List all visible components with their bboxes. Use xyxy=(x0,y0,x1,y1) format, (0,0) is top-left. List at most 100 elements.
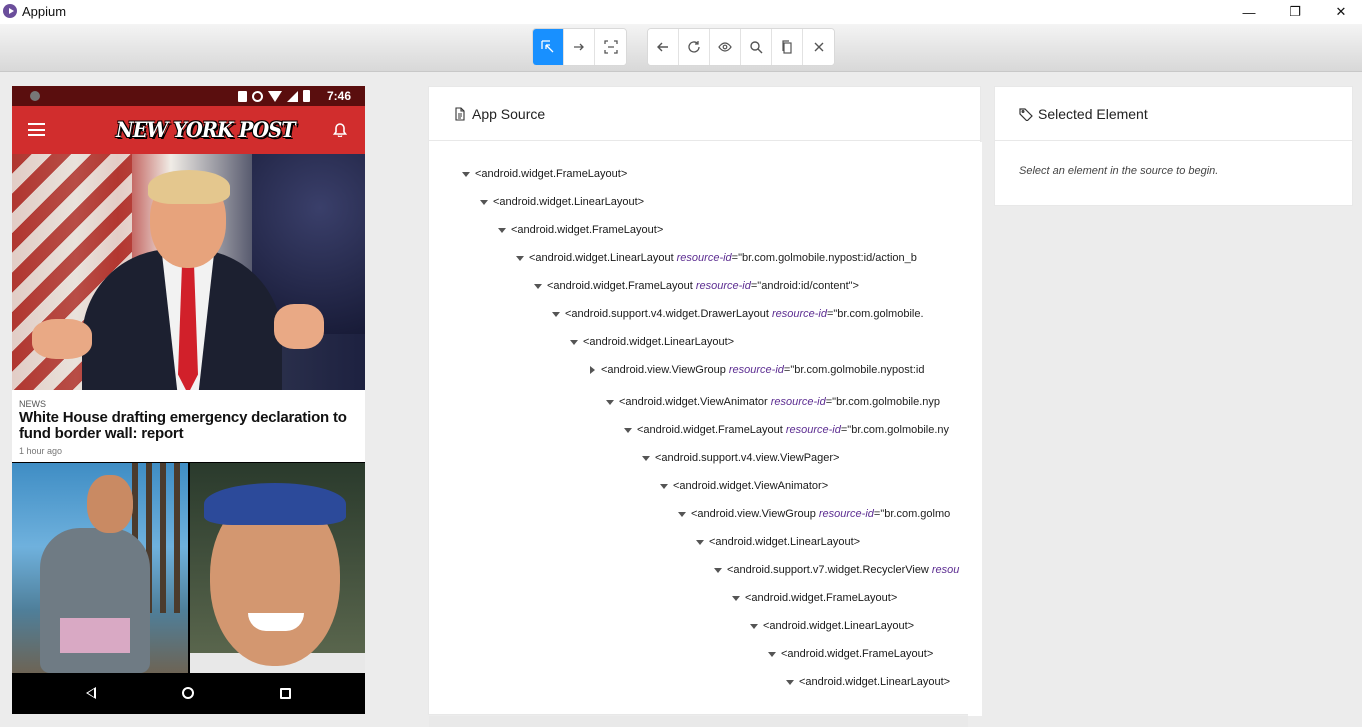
node-tag: <android.widget.FrameLayout> xyxy=(781,648,934,660)
source-tree-node[interactable]: <android.widget.FrameLayout> xyxy=(763,645,933,663)
nav-back-icon[interactable] xyxy=(86,687,96,699)
device-screenshot[interactable]: 7:46 NEW YORK POST NEWS White House draf… xyxy=(12,86,365,714)
file-icon xyxy=(455,106,465,121)
swipe-arrow-icon xyxy=(574,43,584,51)
caret-down-icon[interactable] xyxy=(475,193,493,211)
story-photo-left[interactable] xyxy=(12,463,188,673)
caret-down-icon[interactable] xyxy=(745,617,763,635)
nypost-header: NEW YORK POST xyxy=(12,106,365,154)
source-tree-node[interactable]: <android.widget.LinearLayout> xyxy=(565,333,734,351)
node-tag: <android.widget.FrameLayout> xyxy=(475,168,628,180)
node-attribute-value: ="br.com.golmobile. xyxy=(826,308,924,320)
source-horizontal-scrollbar[interactable] xyxy=(429,716,968,727)
search-for-element-button[interactable] xyxy=(741,29,772,65)
source-tree-node[interactable]: <android.widget.LinearLayout resource-id =… xyxy=(511,249,917,267)
minimize-button[interactable]: — xyxy=(1226,0,1272,24)
node-attribute-name: resource-id xyxy=(676,252,732,264)
node-attribute-name: resource-id xyxy=(728,364,784,376)
caret-down-icon[interactable] xyxy=(601,393,619,411)
caret-down-icon[interactable] xyxy=(781,673,799,691)
node-tag: <android.widget.LinearLayout> xyxy=(709,536,861,548)
node-tag: <android.widget.FrameLayout xyxy=(547,280,693,292)
caret-down-icon[interactable] xyxy=(637,449,655,467)
caret-right-icon[interactable] xyxy=(583,361,601,379)
source-tree-node[interactable]: <android.view.ViewGroup resource-id ="br.c… xyxy=(583,361,924,379)
caret-down-icon[interactable] xyxy=(529,277,547,295)
source-tree-node[interactable]: <android.support.v7.widget.RecyclerView r… xyxy=(709,561,959,579)
caret-down-icon[interactable] xyxy=(565,333,583,351)
article-card[interactable]: NEWS White House drafting emergency decl… xyxy=(12,390,365,462)
copy-icon xyxy=(782,40,792,54)
wifi-icon xyxy=(268,90,282,102)
status-time: 7:46 xyxy=(327,89,352,103)
nav-recents-icon[interactable] xyxy=(280,688,291,699)
caret-down-icon[interactable] xyxy=(691,533,709,551)
story-photo-right[interactable] xyxy=(190,463,365,673)
quit-session-button[interactable] xyxy=(803,29,834,65)
node-tag: <android.support.v4.view.ViewPager> xyxy=(655,452,840,464)
node-tag: <android.widget.LinearLayout> xyxy=(583,336,735,348)
caret-down-icon[interactable] xyxy=(655,477,673,495)
node-tag: <android.widget.FrameLayout xyxy=(637,424,783,436)
node-tag: <android.widget.LinearLayout> xyxy=(763,620,915,632)
source-tree-node[interactable]: <android.support.v4.widget.DrawerLayout r… xyxy=(547,305,924,323)
refresh-icon xyxy=(688,41,700,53)
source-tree-node[interactable]: <android.widget.FrameLayout> xyxy=(493,221,663,239)
appium-logo-icon xyxy=(3,4,17,18)
source-tree[interactable]: <android.widget.FrameLayout> <android.wid… xyxy=(429,142,968,716)
source-tree-node[interactable]: <android.widget.FrameLayout resource-id ="… xyxy=(529,277,859,295)
node-attribute-value: ="android:id/content"> xyxy=(750,280,859,292)
caret-down-icon[interactable] xyxy=(763,645,781,663)
node-tag: <android.widget.ViewAnimator> xyxy=(673,480,829,492)
app-source-panel: App Source <android.widget.FrameLayout> <… xyxy=(428,86,982,727)
bell-icon[interactable] xyxy=(333,121,347,137)
vibrate-icon xyxy=(238,90,247,102)
source-tree-node[interactable]: <android.widget.LinearLayout> xyxy=(475,193,644,211)
caret-down-icon[interactable] xyxy=(709,561,727,579)
node-tag: <android.widget.ViewAnimator xyxy=(619,396,768,408)
node-attribute-value: ="br.com.golmobile.nypost:id/action_b xyxy=(731,252,917,264)
caret-down-icon[interactable] xyxy=(493,221,511,239)
caret-down-icon[interactable] xyxy=(511,249,529,267)
inspector-toolbar xyxy=(0,24,1362,72)
caret-down-icon[interactable] xyxy=(619,421,637,439)
nav-home-icon[interactable] xyxy=(182,687,194,699)
node-tag: <android.support.v4.widget.DrawerLayout xyxy=(565,308,769,320)
refresh-button[interactable] xyxy=(679,29,710,65)
source-tree-node[interactable]: <android.support.v4.view.ViewPager> xyxy=(637,449,839,467)
selected-element-title: Selected Element xyxy=(1038,105,1148,122)
close-window-button[interactable]: ✕ xyxy=(1318,0,1362,24)
swipe-by-coordinates-button[interactable] xyxy=(564,29,595,65)
back-arrow-icon xyxy=(657,42,668,52)
node-tag: <android.widget.FrameLayout> xyxy=(511,224,664,236)
camera-dot-icon xyxy=(30,91,40,101)
source-tree-node[interactable]: <android.widget.LinearLayout> xyxy=(781,673,950,691)
source-tree-node[interactable]: <android.view.ViewGroup resource-id ="br.c… xyxy=(673,505,950,523)
tap-by-coordinates-button[interactable] xyxy=(595,29,626,65)
node-attribute-value: ="br.com.golmobile.nyp xyxy=(825,396,941,408)
source-tree-node[interactable]: <android.widget.ViewAnimator> xyxy=(655,477,828,495)
select-elements-button[interactable] xyxy=(533,29,564,65)
caret-down-icon[interactable] xyxy=(727,589,745,607)
source-tree-node[interactable]: <android.widget.FrameLayout> xyxy=(457,165,627,183)
caret-down-icon[interactable] xyxy=(547,305,565,323)
status-icons xyxy=(238,90,310,102)
source-tree-node[interactable]: <android.widget.LinearLayout> xyxy=(745,617,914,635)
window-title-bar: Appium — ❐ ✕ xyxy=(0,0,1362,24)
hero-photo[interactable] xyxy=(12,154,365,390)
source-tree-node[interactable]: <android.widget.FrameLayout resource-id ="… xyxy=(619,421,949,439)
start-recording-button[interactable] xyxy=(710,29,741,65)
source-tree-node[interactable]: <android.widget.ViewAnimator resource-id =… xyxy=(601,393,940,411)
caret-down-icon[interactable] xyxy=(457,165,475,183)
back-button[interactable] xyxy=(648,29,679,65)
selected-element-panel: Selected Element Select an element in th… xyxy=(994,86,1353,206)
source-tree-node[interactable]: <android.widget.FrameLayout> xyxy=(727,589,897,607)
caret-down-icon[interactable] xyxy=(673,505,691,523)
selected-element-header: Selected Element xyxy=(995,87,1352,141)
copy-xml-source-button[interactable] xyxy=(772,29,803,65)
maximize-button[interactable]: ❐ xyxy=(1272,0,1318,24)
tag-icon xyxy=(1019,107,1033,121)
search-icon xyxy=(750,41,763,54)
source-tree-node[interactable]: <android.widget.LinearLayout> xyxy=(691,533,860,551)
hamburger-menu-icon[interactable] xyxy=(28,123,45,136)
